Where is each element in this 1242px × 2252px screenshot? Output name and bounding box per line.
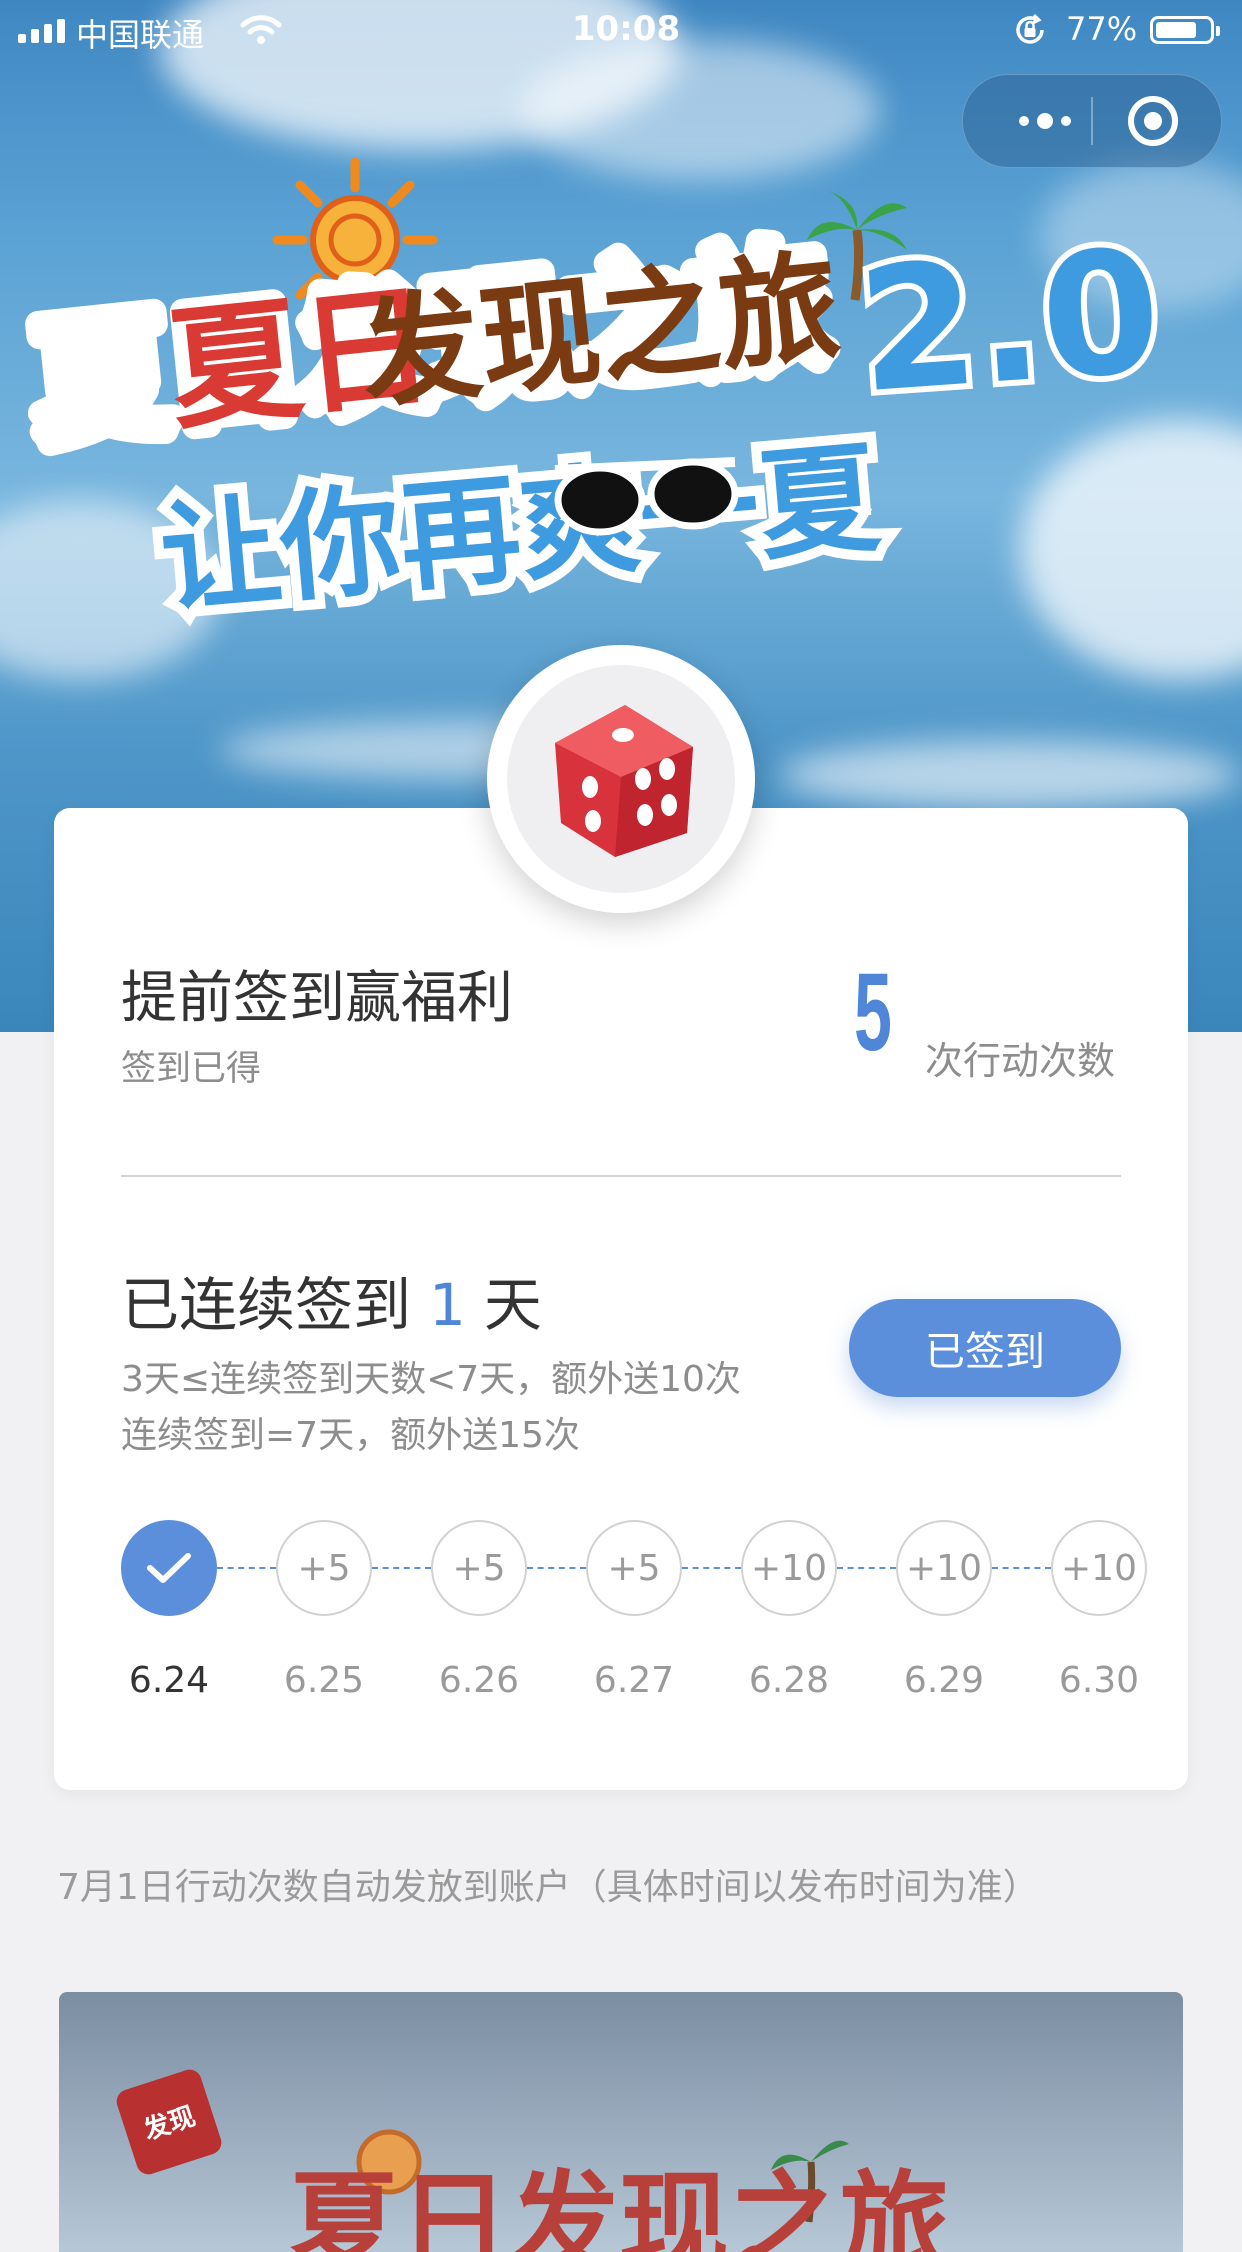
- reward-circle: +10: [741, 1520, 837, 1616]
- checkin-timeline: 6.24 +5 6.25 +5 6.26 +5 6.27 +10 6.28 +10 6.29 +10 6…: [121, 1520, 1147, 1710]
- signed-in-button[interactable]: 已签到: [849, 1299, 1121, 1397]
- banner-line1-brown: 发现之旅: [354, 237, 846, 425]
- orientation-lock-icon: [1016, 13, 1044, 44]
- checked-day-circle: [121, 1520, 217, 1616]
- streak-days: 1: [429, 1271, 466, 1339]
- reward-circle: +5: [586, 1520, 682, 1616]
- svg-text:2.0: 2.0: [852, 213, 1166, 432]
- reward-circle: +5: [431, 1520, 527, 1616]
- checkin-date: 6.29: [903, 1660, 985, 1701]
- more-icon: [1019, 113, 1071, 129]
- more-button[interactable]: [999, 75, 1091, 167]
- svg-text:夏日发现之旅: 夏日发现之旅: [289, 2160, 949, 2252]
- close-target-icon: [1128, 96, 1178, 146]
- rule-text-2: 连续签到=7天，额外送15次: [121, 1415, 580, 1456]
- checkin-card: 提前签到赢福利 签到已得 5 次行动次数 已连续签到 1 天 3天≤连续签到天数…: [54, 808, 1188, 1790]
- action-count-label: 次行动次数: [925, 1039, 1116, 1083]
- banner-title: 夏日发现之旅 夏日 发现之旅 2.0 让你再爽一夏: [16, 157, 1173, 640]
- card-title: 提前签到赢福利: [121, 966, 513, 1031]
- checkin-date: 6.26: [438, 1660, 520, 1701]
- action-count: 5: [854, 951, 892, 1074]
- reward-circle: +10: [1051, 1520, 1147, 1616]
- dice-badge: [487, 645, 755, 913]
- svg-text:让你再爽一夏: 让你再爽一夏: [155, 429, 885, 630]
- status-bar: 中国联通 10:08 77%: [0, 0, 1242, 62]
- miniprogram-capsule: [962, 74, 1222, 168]
- card-subtitle: 签到已得: [121, 1049, 262, 1089]
- checkin-date: 6.27: [593, 1660, 675, 1701]
- timeline-connector: [837, 1567, 896, 1569]
- timeline-connector: [682, 1567, 741, 1569]
- cloud: [780, 740, 1240, 810]
- check-icon: [147, 1553, 191, 1583]
- status-time: 10:08: [571, 9, 681, 49]
- close-button[interactable]: [1093, 75, 1221, 167]
- footnote: 7月1日行动次数自动发放到账户（具体时间以发布时间为准）: [57, 1867, 1039, 1908]
- secondary-banner[interactable]: 发现 夏日发现之旅: [59, 1992, 1183, 2252]
- reward-circle: +10: [896, 1520, 992, 1616]
- dice-icon: [555, 705, 693, 857]
- timeline-connector: [217, 1567, 276, 1569]
- divider: [121, 1175, 1121, 1177]
- checkin-date: 6.28: [748, 1660, 830, 1701]
- timeline-connector: [527, 1567, 586, 1569]
- checkin-date: 6.30: [1058, 1660, 1140, 1701]
- battery-icon: [1150, 16, 1220, 44]
- rule-text-1: 3天≤连续签到天数<7天，额外送10次: [121, 1359, 741, 1400]
- checkin-date: 6.25: [283, 1660, 365, 1701]
- streak-text: 已连续签到 1 天: [121, 1271, 542, 1339]
- timeline-connector: [992, 1567, 1051, 1569]
- checkin-date: 6.24: [128, 1660, 210, 1701]
- battery-percent: 77%: [1066, 10, 1138, 48]
- reward-circle: +5: [276, 1520, 372, 1616]
- timeline-connector: [372, 1567, 431, 1569]
- dice-icon: 发现: [116, 2069, 222, 2175]
